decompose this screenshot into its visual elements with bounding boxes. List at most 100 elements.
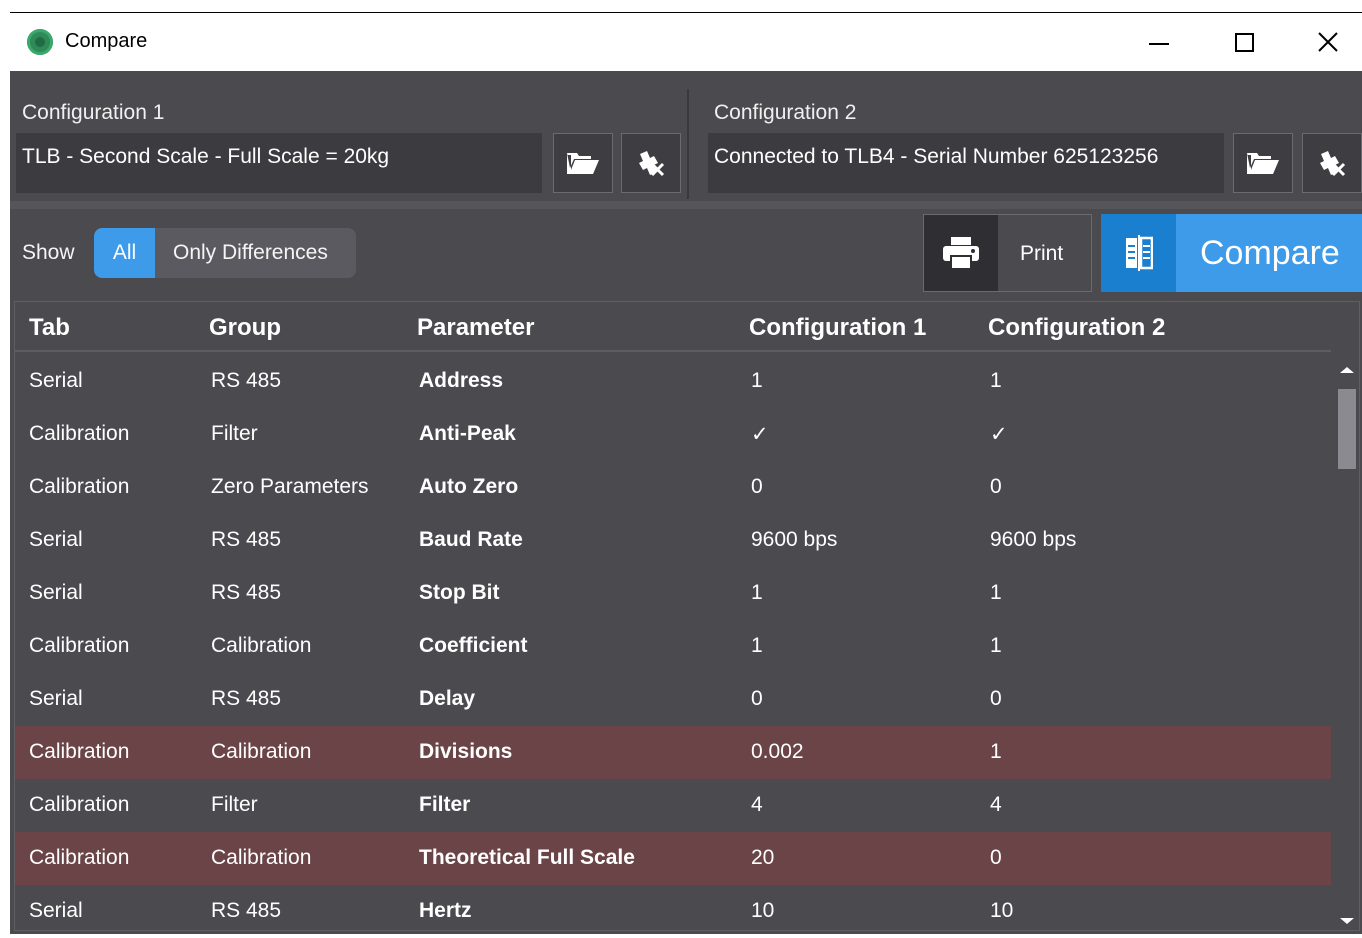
config1-open-button[interactable] xyxy=(553,133,613,193)
cell-tab: Serial xyxy=(29,528,83,551)
cell-configuration-1: 0 xyxy=(751,475,763,498)
cell-configuration-2: 0 xyxy=(990,846,1002,869)
print-label: Print xyxy=(1020,242,1064,265)
cell-tab: Calibration xyxy=(29,634,130,657)
print-button[interactable]: Print xyxy=(923,214,1092,292)
table-row[interactable]: Calibration Filter Filter 4 4 xyxy=(15,779,1331,832)
cell-configuration-2: 1 xyxy=(990,369,1002,392)
cell-configuration-1: 1 xyxy=(751,634,763,657)
cell-group: Zero Parameters xyxy=(211,475,369,498)
compare-label: Compare xyxy=(1200,234,1340,272)
column-header-tab[interactable]: Tab xyxy=(29,314,70,342)
comparison-table: Tab Group Parameter Configuration 1 Conf… xyxy=(14,301,1360,931)
cell-parameter: Address xyxy=(419,369,504,392)
scroll-down-arrow-icon[interactable] xyxy=(1340,918,1354,924)
cell-configuration-2: 1 xyxy=(990,634,1002,657)
column-header-parameter[interactable]: Parameter xyxy=(417,314,534,342)
cell-parameter: Hertz xyxy=(419,899,472,922)
cell-parameter: Delay xyxy=(419,687,476,710)
table-row-difference[interactable]: Calibration Calibration Theoretical Full S… xyxy=(15,832,1331,885)
cell-group: Calibration xyxy=(211,634,312,657)
title-bar: Compare xyxy=(10,13,1362,71)
cell-configuration-1: 9600 bps xyxy=(751,528,838,551)
cell-parameter: Theoretical Full Scale xyxy=(419,846,635,869)
cell-configuration-1: 10 xyxy=(751,899,775,922)
show-filter-toggle: All Only Differences xyxy=(94,228,356,278)
vertical-scrollbar[interactable] xyxy=(1335,355,1359,930)
cell-configuration-2: 10 xyxy=(990,899,1014,922)
cell-group: Calibration xyxy=(211,846,312,869)
cell-group: Filter xyxy=(211,422,258,445)
table-row[interactable]: Calibration Zero Parameters Auto Zero 0 0 xyxy=(15,461,1331,514)
column-header-configuration-2[interactable]: Configuration 2 xyxy=(988,314,1165,342)
config2-open-button[interactable] xyxy=(1233,133,1293,193)
table-row-difference[interactable]: Calibration Calibration Divisions 0.002 1 xyxy=(15,726,1331,779)
compare-window: Compare Configuration 1 TLB - Second Sca… xyxy=(10,12,1362,934)
config1-field: TLB - Second Scale - Full Scale = 20kg xyxy=(16,133,542,193)
maximize-button[interactable] xyxy=(1202,13,1286,71)
print-icon-box xyxy=(924,215,998,291)
table-row[interactable]: Serial RS 485 Baud Rate 9600 bps 9600 bps xyxy=(15,514,1331,567)
cell-group: RS 485 xyxy=(211,687,282,710)
table-row[interactable]: Serial RS 485 Delay 0 0 xyxy=(15,673,1331,726)
cell-configuration-2: 0 xyxy=(990,687,1002,710)
config2-label: Configuration 2 xyxy=(714,101,857,124)
config2-connect-button[interactable] xyxy=(1302,133,1362,193)
table-row[interactable]: Calibration Calibration Coefficient 1 1 xyxy=(15,620,1331,673)
column-header-group[interactable]: Group xyxy=(209,314,281,342)
cell-configuration-1: 0 xyxy=(751,687,763,710)
table-row[interactable]: Serial RS 485 Address 1 1 xyxy=(15,355,1331,408)
cell-group: Calibration xyxy=(211,740,312,763)
table-row[interactable]: Serial RS 485 Stop Bit 1 1 xyxy=(15,567,1331,620)
config1-label: Configuration 1 xyxy=(22,101,165,124)
compare-icon-box xyxy=(1101,214,1176,292)
column-header-configuration-1[interactable]: Configuration 1 xyxy=(749,314,926,342)
config1-connect-button[interactable] xyxy=(621,133,681,193)
cell-parameter: Auto Zero xyxy=(419,475,519,498)
cell-configuration-1: 1 xyxy=(751,581,763,604)
maximize-icon xyxy=(1234,32,1254,52)
compare-button[interactable]: Compare xyxy=(1101,214,1362,292)
cell-configuration-2: 1 xyxy=(990,581,1002,604)
cell-configuration-1: 0.002 xyxy=(751,740,804,763)
cell-tab: Serial xyxy=(29,687,83,710)
compare-icon xyxy=(1125,235,1153,271)
show-all-option[interactable]: All xyxy=(94,228,155,278)
cell-configuration-2: 9600 bps xyxy=(990,528,1077,551)
header-separator xyxy=(10,201,1362,209)
cell-configuration-2: 0 xyxy=(990,475,1002,498)
cell-parameter: Filter xyxy=(419,793,471,816)
cell-group: RS 485 xyxy=(211,528,282,551)
close-button[interactable] xyxy=(1286,13,1362,71)
cell-parameter: Coefficient xyxy=(419,634,528,657)
cell-group: Filter xyxy=(211,793,258,816)
minimize-button[interactable] xyxy=(1117,13,1201,71)
cell-configuration-1: ✓ xyxy=(751,423,769,446)
cell-tab: Serial xyxy=(29,899,83,922)
cell-parameter: Baud Rate xyxy=(419,528,523,551)
scroll-thumb[interactable] xyxy=(1338,389,1356,469)
cell-configuration-1: 20 xyxy=(751,846,775,869)
table-body: Serial RS 485 Address 1 1 Calibration Filter An… xyxy=(15,355,1331,938)
plug-connect-icon xyxy=(639,151,665,177)
cell-parameter: Anti-Peak xyxy=(419,422,516,445)
show-label: Show xyxy=(22,241,75,264)
cell-group: RS 485 xyxy=(211,899,282,922)
config2-field: Connected to TLB4 - Serial Number 625123… xyxy=(708,133,1224,193)
folder-open-icon xyxy=(1247,153,1279,174)
close-icon xyxy=(1318,32,1338,52)
printer-icon xyxy=(943,237,979,270)
minimize-icon xyxy=(1149,43,1169,45)
scroll-up-arrow-icon[interactable] xyxy=(1340,367,1354,373)
show-differences-option[interactable]: Only Differences xyxy=(155,228,356,278)
table-row[interactable]: Serial RS 485 Hertz 10 10 xyxy=(15,885,1331,938)
cell-configuration-2: 4 xyxy=(990,793,1002,816)
window-title: Compare xyxy=(65,30,148,52)
folder-open-icon xyxy=(567,153,599,174)
cell-tab: Calibration xyxy=(29,793,130,816)
cell-configuration-1: 1 xyxy=(751,369,763,392)
table-row[interactable]: Calibration Filter Anti-Peak ✓ ✓ xyxy=(15,408,1331,461)
plug-connect-icon xyxy=(1320,151,1346,177)
cell-tab: Calibration xyxy=(29,475,130,498)
cell-tab: Calibration xyxy=(29,740,130,763)
